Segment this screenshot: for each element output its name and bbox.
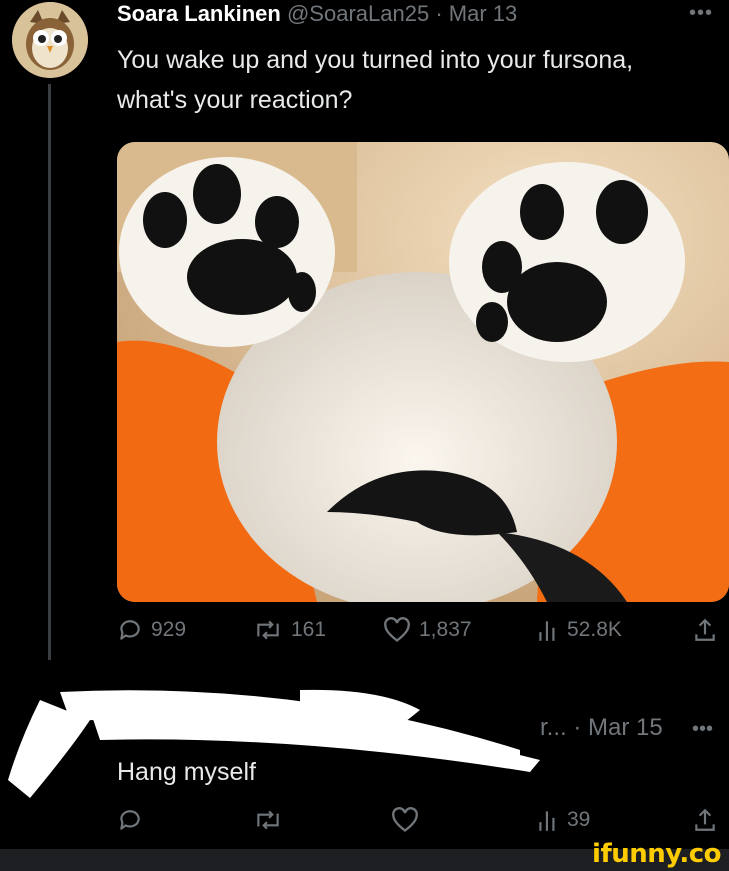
repost-button[interactable]: 161 [253,617,326,643]
tweet-header: Soara Lankinen @SoaraLan25 · Mar 13 [117,0,517,30]
reply-header: r... · Mar 15 [540,714,663,742]
reply-separator: · [573,714,582,741]
repost-icon [257,810,279,830]
reply-repost-button[interactable] [253,807,283,833]
share-button[interactable] [693,617,717,643]
view-count: 52.8K [567,618,622,641]
thread-connector-line [48,84,51,660]
like-count: 1,837 [419,618,472,641]
reply-count: 929 [151,618,187,641]
views-chart-icon [539,621,555,641]
more-options-button[interactable]: ••• [689,2,713,25]
views-button[interactable]: 52.8K [537,617,622,643]
reply-date[interactable]: Mar 15 [588,714,663,741]
heart-icon [384,617,410,642]
reply-view-count: 39 [567,808,591,831]
share-icon [695,618,715,641]
share-icon [695,808,715,831]
owl-avatar-icon [12,2,88,78]
avatar[interactable] [12,2,88,78]
reply-like-button[interactable] [391,807,419,833]
like-button[interactable]: 1,837 [383,617,472,643]
reply-icon [120,620,140,640]
reply-button[interactable]: 929 [117,617,186,643]
heart-icon [392,807,418,832]
reply-author-truncated[interactable]: r... [540,714,567,741]
author-handle[interactable]: @SoaraLan25 [287,1,429,26]
header-separator: · [435,1,443,26]
repost-count: 161 [291,618,327,641]
tweet-media-image[interactable] [117,142,729,602]
repost-icon [257,620,279,640]
tweet-date[interactable]: Mar 13 [449,1,517,26]
reply-views-button[interactable]: 39 [537,807,590,833]
author-name[interactable]: Soara Lankinen [117,1,281,26]
tweet-text: You wake up and you turned into your fur… [117,46,634,114]
ifunny-watermark: ifunny.co [592,839,721,869]
fursuit-paws-photo-icon [117,142,729,602]
views-chart-icon [539,811,555,831]
reply-reply-button[interactable] [117,807,143,833]
reply-more-options-button[interactable]: ••• [692,718,713,741]
reply-icon [120,810,140,830]
reply-share-button[interactable] [693,807,717,833]
more-horizontal-icon: ••• [688,2,713,24]
more-horizontal-icon: ••• [691,718,713,740]
redaction-scribble [8,689,540,798]
